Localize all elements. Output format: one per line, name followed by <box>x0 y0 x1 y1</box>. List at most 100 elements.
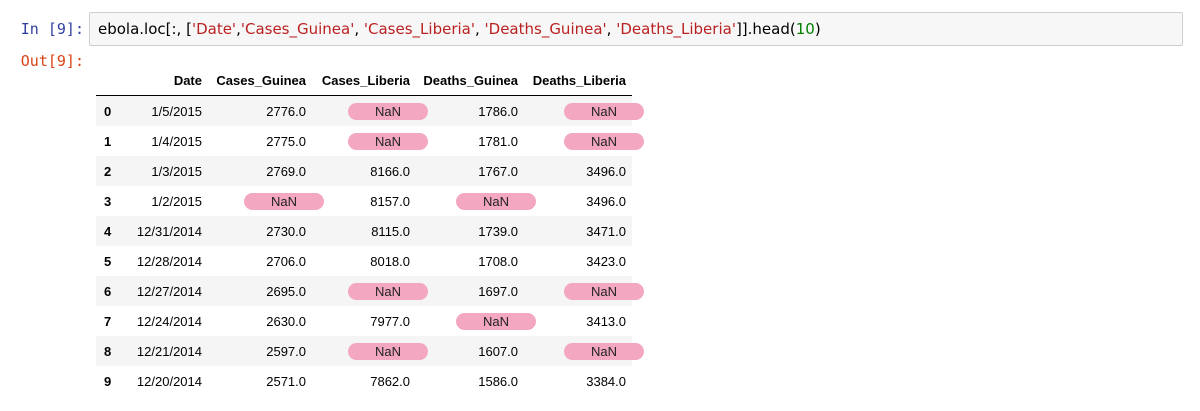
row-index: 1 <box>104 133 112 149</box>
nan-highlight: NaN <box>348 103 428 120</box>
value-cell: 3496.0 <box>586 163 626 179</box>
column-header: Cases_Liberia <box>312 66 416 96</box>
table-row: 8 12/21/2014 2597.0 NaN 1607.0 NaN <box>96 336 644 366</box>
value-cell: 1607.0 <box>478 343 518 359</box>
date-cell: 12/31/2014 <box>136 223 202 239</box>
nan-cell: NaN <box>312 336 428 366</box>
code-string: 'Deaths_Guinea' <box>484 20 607 38</box>
value-cell: 2695.0 <box>266 283 306 299</box>
value-cell: 3384.0 <box>586 373 626 389</box>
date-cell: 12/24/2014 <box>136 313 202 329</box>
value-cell: 2730.0 <box>266 223 306 239</box>
value-cell: 8166.0 <box>370 163 410 179</box>
input-cell[interactable]: In [9]: ebola.loc[:, ['Date','Cases_Guin… <box>0 12 1200 48</box>
value-cell: 3423.0 <box>586 253 626 269</box>
nan-cell: NaN <box>416 306 536 336</box>
value-cell: 2571.0 <box>266 373 306 389</box>
value-cell: 1708.0 <box>478 253 518 269</box>
value-cell: 2706.0 <box>266 253 306 269</box>
value-cell: 2597.0 <box>266 343 306 359</box>
value-cell: 2776.0 <box>266 103 306 119</box>
table-row: 2 1/3/2015 2769.0 8166.0 1767.0 3496.0 <box>96 156 632 186</box>
date-cell: 1/5/2015 <box>151 103 202 119</box>
row-index: 7 <box>104 313 112 329</box>
nan-highlight: NaN <box>348 133 428 150</box>
value-cell: 3413.0 <box>586 313 626 329</box>
value-cell: 1586.0 <box>478 373 518 389</box>
code-string: 'Cases_Guinea' <box>240 20 355 38</box>
value-cell: 2630.0 <box>266 313 306 329</box>
row-index: 0 <box>104 103 112 119</box>
column-header: Date <box>124 66 208 96</box>
code-string: 'Cases_Liberia' <box>363 20 475 38</box>
code-token: ]].head( <box>735 20 796 38</box>
table-row: 0 1/5/2015 2776.0 NaN 1786.0 NaN <box>96 95 644 127</box>
value-cell: 1739.0 <box>478 223 518 239</box>
nan-cell: NaN <box>416 186 536 216</box>
table-row: 5 12/28/2014 2706.0 8018.0 1708.0 3423.0 <box>96 246 632 276</box>
date-cell: 12/21/2014 <box>136 343 202 359</box>
value-cell: 2775.0 <box>266 133 306 149</box>
value-cell: 3471.0 <box>586 223 626 239</box>
code-token: , <box>354 20 364 38</box>
dataframe-output: Date Cases_Guinea Cases_Liberia Deaths_G… <box>96 66 644 396</box>
table-row: 9 12/20/2014 2571.0 7862.0 1586.0 3384.0 <box>96 366 632 396</box>
value-cell: 1697.0 <box>478 283 518 299</box>
nan-highlight: NaN <box>348 343 428 360</box>
nan-highlight: NaN <box>564 103 644 120</box>
nan-highlight: NaN <box>564 133 644 150</box>
code-token: , <box>474 20 485 38</box>
value-cell: 8115.0 <box>371 223 410 239</box>
code-token: , <box>606 20 617 38</box>
input-prompt: In [9]: <box>20 20 84 38</box>
code-token: ) <box>814 20 821 38</box>
value-cell: 1786.0 <box>478 103 518 119</box>
value-cell: 7862.0 <box>370 373 410 389</box>
date-cell: 12/20/2014 <box>136 373 202 389</box>
nan-cell: NaN <box>524 336 644 366</box>
code-string: 'Date' <box>191 20 237 38</box>
code-editor[interactable]: ebola.loc[:, ['Date','Cases_Guinea', 'Ca… <box>89 12 1183 46</box>
date-cell: 1/2/2015 <box>151 193 202 209</box>
value-cell: 8157.0 <box>370 193 410 209</box>
index-header <box>96 66 124 96</box>
column-header: Deaths_Guinea <box>416 66 524 96</box>
value-cell: 7977.0 <box>370 313 410 329</box>
nan-cell: NaN <box>312 276 428 306</box>
nan-highlight: NaN <box>244 193 324 210</box>
code-line[interactable]: ebola.loc[:, ['Date','Cases_Guinea', 'Ca… <box>98 20 821 38</box>
row-index: 5 <box>104 253 112 269</box>
code-string: 'Deaths_Liberia' <box>616 20 736 38</box>
code-token: ebola.loc[:, [ <box>98 20 192 38</box>
output-prompt: Out[9]: <box>20 52 84 70</box>
row-index: 2 <box>104 163 112 179</box>
nan-cell: NaN <box>312 126 428 156</box>
row-index: 9 <box>104 373 112 389</box>
row-index: 3 <box>104 193 112 209</box>
table-row: 6 12/27/2014 2695.0 NaN 1697.0 NaN <box>96 276 644 306</box>
value-cell: 8018.0 <box>370 253 410 269</box>
table-row: 1 1/4/2015 2775.0 NaN 1781.0 NaN <box>96 126 644 156</box>
value-cell: 3496.0 <box>586 193 626 209</box>
nan-highlight: NaN <box>456 193 536 210</box>
column-header: Deaths_Liberia <box>524 66 632 96</box>
row-index: 6 <box>104 283 112 299</box>
nan-highlight: NaN <box>564 343 644 360</box>
nan-cell: NaN <box>524 126 644 156</box>
column-header: Cases_Guinea <box>208 66 312 96</box>
value-cell: 1781.0 <box>478 133 518 149</box>
nan-highlight: NaN <box>564 283 644 300</box>
date-cell: 1/4/2015 <box>151 133 202 149</box>
row-index: 4 <box>104 223 112 239</box>
date-cell: 12/28/2014 <box>136 253 202 269</box>
value-cell: 2769.0 <box>266 163 306 179</box>
nan-cell: NaN <box>208 186 324 216</box>
value-cell: 1767.0 <box>478 163 518 179</box>
table-header-row: Date Cases_Guinea Cases_Liberia Deaths_G… <box>96 66 632 96</box>
table-row: 4 12/31/2014 2730.0 8115.0 1739.0 3471.0 <box>96 216 632 246</box>
nan-cell: NaN <box>524 96 644 127</box>
nan-cell: NaN <box>312 96 428 127</box>
code-number: 10 <box>795 20 815 38</box>
table-row: 7 12/24/2014 2630.0 7977.0 NaN 3413.0 <box>96 306 632 336</box>
table-row: 3 1/2/2015 NaN 8157.0 NaN 3496.0 <box>96 186 632 216</box>
